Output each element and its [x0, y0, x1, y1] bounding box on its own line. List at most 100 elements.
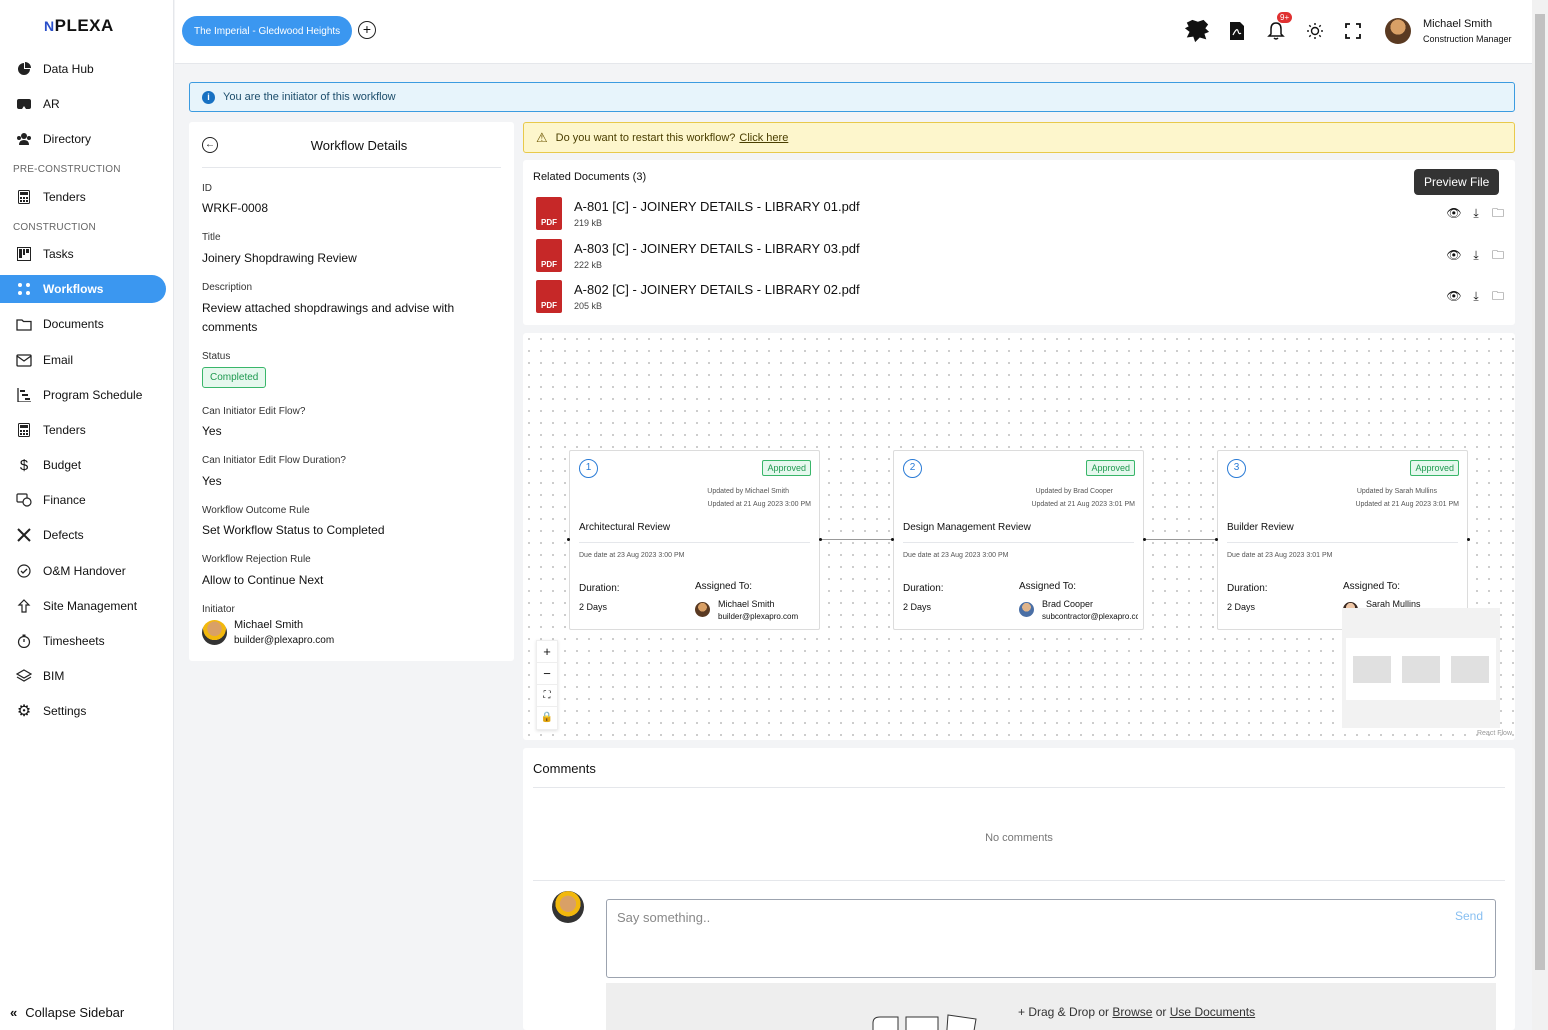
browse-link[interactable]: Browse: [1112, 1005, 1152, 1019]
sidebar-item-om-handover[interactable]: O&M Handover: [0, 557, 166, 585]
user-avatar[interactable]: [1385, 18, 1411, 44]
document-name[interactable]: A-801 [C] - JOINERY DETAILS - LIBRARY 01…: [574, 199, 860, 214]
eye-icon[interactable]: 👁: [1446, 205, 1462, 221]
sidebar-item-directory[interactable]: Directory: [0, 125, 166, 153]
preview-file-tooltip: Preview File: [1414, 169, 1500, 195]
sidebar-item-site-management[interactable]: Site Management: [0, 592, 166, 620]
assigned-label: Assigned To:: [695, 581, 753, 592]
description-label: Description: [202, 282, 253, 293]
download-icon[interactable]: ⤓: [1468, 288, 1484, 304]
folder-icon[interactable]: 🗀: [1490, 205, 1506, 221]
sidebar-item-settings[interactable]: ⚙ Settings: [0, 697, 166, 725]
duration-label: Duration:: [903, 583, 944, 594]
sidebar-item-data-hub[interactable]: Data Hub: [0, 55, 166, 83]
warning-text: Do you want to restart this workflow?: [555, 131, 736, 144]
sidebar-item-tasks[interactable]: Tasks: [0, 240, 166, 268]
sidebar-item-email[interactable]: Email: [0, 346, 166, 374]
node-handle[interactable]: [1143, 538, 1146, 541]
flow-node-2[interactable]: 2 Approved Updated by Brad Cooper Update…: [893, 450, 1144, 630]
pdf-icon[interactable]: [1224, 18, 1250, 44]
restart-link[interactable]: Click here: [739, 132, 788, 144]
step-number: 3: [1227, 459, 1246, 478]
eye-icon[interactable]: 👁: [1446, 247, 1462, 263]
updated-at: Updated at 21 Aug 2023 3:01 PM: [1031, 501, 1135, 508]
page-scrollbar[interactable]: [1532, 0, 1548, 1030]
fullscreen-icon[interactable]: [1340, 18, 1366, 44]
folder-icon[interactable]: 🗀: [1490, 247, 1506, 263]
node-handle[interactable]: [1467, 538, 1470, 541]
fit-view-icon[interactable]: ⛶: [537, 685, 557, 707]
document-name[interactable]: A-802 [C] - JOINERY DETAILS - LIBRARY 02…: [574, 282, 860, 297]
eye-icon[interactable]: 👁: [1446, 288, 1462, 304]
bell-icon[interactable]: 9+: [1263, 12, 1293, 44]
sidebar-item-documents[interactable]: Documents: [0, 310, 166, 338]
sidebar-item-label: Settings: [43, 704, 87, 718]
lion-logo-icon[interactable]: [1184, 18, 1210, 44]
sidebar-item-budget[interactable]: $ Budget: [0, 451, 166, 479]
use-documents-link[interactable]: Use Documents: [1170, 1005, 1255, 1019]
react-flow-attribution[interactable]: React Flow: [1477, 730, 1512, 737]
sidebar-item-label: Site Management: [43, 599, 138, 613]
node-handle[interactable]: [1215, 538, 1218, 541]
sidebar-item-bim[interactable]: BIM: [0, 662, 166, 690]
assigned-label: Assigned To:: [1343, 581, 1401, 592]
sidebar-item-label: Data Hub: [43, 62, 94, 76]
flow-edge: [1145, 539, 1217, 540]
sidebar-item-workflows[interactable]: Workflows: [0, 275, 166, 303]
layers-icon: [16, 668, 32, 684]
comment-input[interactable]: Say something.. Send: [606, 899, 1496, 978]
folder-icon[interactable]: 🗀: [1490, 288, 1506, 304]
scrollbar-thumb[interactable]: [1535, 14, 1545, 970]
due-date: Due date at 23 Aug 2023 3:01 PM: [1227, 552, 1333, 559]
user-name[interactable]: Michael Smith: [1423, 18, 1492, 30]
workflow-flow-canvas[interactable]: 1 Approved Updated by Michael Smith Upda…: [523, 333, 1515, 740]
zoom-out-icon[interactable]: −: [537, 663, 557, 685]
attachment-dropzone[interactable]: + Drag & Drop or Browse or Use Documents: [606, 983, 1496, 1030]
lock-icon[interactable]: 🔒: [537, 707, 557, 729]
edit-duration-value: Yes: [202, 474, 222, 488]
add-project-icon[interactable]: +: [358, 21, 376, 39]
document-row: PDF A-801 [C] - JOINERY DETAILS - LIBRAR…: [536, 197, 1504, 233]
sidebar-item-timesheets[interactable]: Timesheets: [0, 627, 166, 655]
node-divider: [579, 542, 810, 543]
envelope-icon: [16, 352, 32, 368]
description-value: Review attached shopdrawings and advise …: [202, 301, 455, 334]
zoom-in-icon[interactable]: +: [537, 641, 557, 663]
download-icon[interactable]: ⤓: [1468, 247, 1484, 263]
updated-by: Updated by Brad Cooper: [1035, 488, 1113, 495]
sidebar-item-tenders[interactable]: Tenders: [0, 183, 166, 211]
download-icon[interactable]: ⤓: [1468, 205, 1484, 221]
document-name[interactable]: A-803 [C] - JOINERY DETAILS - LIBRARY 03…: [574, 241, 860, 256]
gear-icon: ⚙: [16, 703, 32, 720]
sidebar-item-label: Directory: [43, 132, 92, 146]
flow-node-3[interactable]: 3 Approved Updated by Sarah Mullins Upda…: [1217, 450, 1468, 630]
node-handle[interactable]: [567, 538, 570, 541]
sidebar-item-ar[interactable]: AR: [0, 90, 166, 118]
updated-at: Updated at 21 Aug 2023 3:01 PM: [1355, 501, 1459, 508]
sidebar-item-defects[interactable]: Defects: [0, 521, 166, 549]
node-handle[interactable]: [819, 538, 822, 541]
details-divider: [202, 167, 501, 168]
sidebar-item-finance[interactable]: Finance: [0, 486, 166, 514]
calculator-icon: [16, 422, 32, 438]
outcome-rule-value: Set Workflow Status to Completed: [202, 523, 385, 537]
folder-icon: [16, 316, 32, 332]
sidebar: NPLEXA Data Hub AR Directory PRE-CONSTRU…: [0, 0, 174, 1030]
node-handle[interactable]: [891, 538, 894, 541]
step-name: Design Management Review: [903, 522, 1031, 533]
sidebar-item-program-schedule[interactable]: Program Schedule: [0, 381, 166, 409]
sun-icon[interactable]: [1302, 18, 1328, 44]
collapse-sidebar-button[interactable]: « Collapse Sidebar: [10, 1005, 124, 1020]
initiator-email: builder@plexapro.com: [234, 635, 335, 646]
double-chevron-left-icon: «: [10, 1005, 18, 1020]
sidebar-item-label: Email: [43, 353, 74, 367]
project-selector[interactable]: The Imperial - Gledwood Heights: [182, 16, 353, 46]
id-label: ID: [202, 183, 212, 194]
plexa-logo[interactable]: NPLEXA: [44, 16, 114, 36]
flow-node-1[interactable]: 1 Approved Updated by Michael Smith Upda…: [569, 450, 820, 630]
send-button[interactable]: Send: [1455, 909, 1483, 923]
sidebar-item-tenders-2[interactable]: Tenders: [0, 416, 166, 444]
stopwatch-icon: [16, 633, 32, 649]
edit-duration-label: Can Initiator Edit Flow Duration?: [202, 455, 346, 466]
flow-minimap[interactable]: [1342, 608, 1500, 728]
